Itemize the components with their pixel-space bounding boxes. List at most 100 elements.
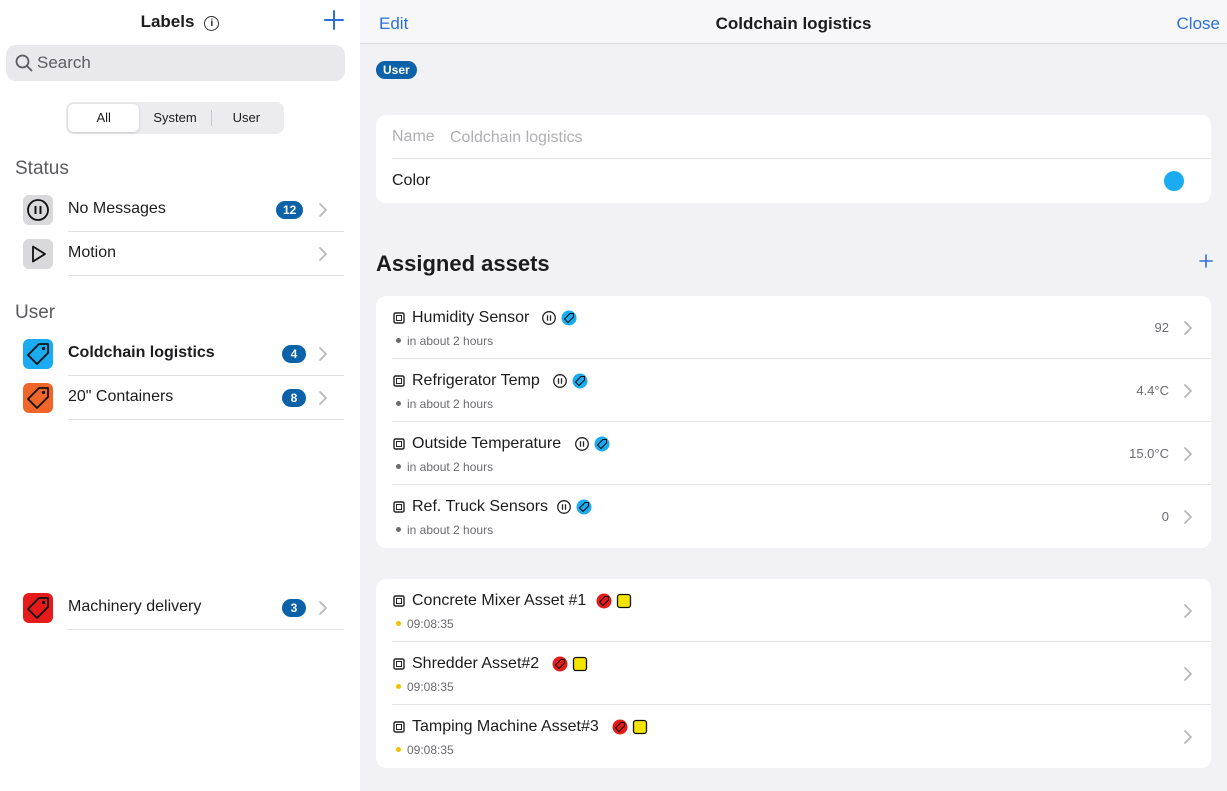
sidebar-item-motion[interactable]: Motion — [0, 232, 360, 276]
asset-value: 4.4°C — [1136, 383, 1169, 398]
asset-value: 92 — [1154, 320, 1169, 335]
detail-pane: Edit Coldchain logistics Close User Name… — [360, 0, 1227, 791]
tag-icon — [572, 373, 588, 389]
container-icon — [632, 719, 648, 735]
count-badge: 4 — [282, 345, 306, 363]
asset-name: Humidity Sensor — [412, 309, 530, 326]
asset-status-text: in about 2 hours — [407, 334, 494, 348]
nav-bar: Edit Coldchain logistics Close — [360, 0, 1227, 44]
tag-icon — [561, 310, 577, 326]
chip-icon — [393, 312, 405, 324]
segment-user[interactable]: User — [210, 104, 282, 132]
color-swatch[interactable] — [1164, 171, 1184, 191]
search-input[interactable] — [37, 51, 327, 75]
search-bar[interactable] — [6, 45, 345, 81]
asset-label-icons — [552, 656, 588, 672]
name-field[interactable] — [450, 127, 850, 149]
asset-status: in about 2 hours — [396, 397, 493, 411]
asset-name: Outside Temperature — [412, 435, 562, 452]
chevron-right-icon — [319, 203, 327, 217]
chevron-right-icon — [1184, 730, 1192, 744]
asset-list-coldchain: Humidity Sensor in about 2 hours 92 Refr… — [376, 296, 1211, 548]
container-icon — [572, 656, 588, 672]
chevron-right-icon — [319, 247, 327, 261]
color-row[interactable]: Color — [376, 159, 1211, 203]
chevron-right-icon — [1184, 447, 1192, 461]
list-item[interactable]: Shredder Asset#2 09:08:35 — [376, 642, 1211, 705]
sidebar-title-wrap: Labels i — [0, 12, 360, 32]
asset-value: 15.0°C — [1129, 446, 1169, 461]
chevron-right-icon — [1184, 604, 1192, 618]
asset-status: 09:08:35 — [396, 743, 454, 757]
filter-segmented-control: All System User — [66, 102, 284, 134]
asset-status: 09:08:35 — [396, 680, 454, 694]
chip-icon — [393, 721, 405, 733]
page-title: Coldchain logistics — [715, 14, 872, 33]
play-icon — [23, 239, 53, 269]
tag-icon — [552, 656, 568, 672]
asset-label-icons — [541, 310, 577, 326]
asset-name: Refrigerator Temp — [412, 372, 540, 389]
segment-all[interactable]: All — [68, 104, 140, 132]
color-label: Color — [392, 172, 431, 189]
asset-value: 0 — [1161, 509, 1169, 524]
tag-icon — [594, 436, 610, 452]
asset-status-text: 09:08:35 — [407, 680, 454, 694]
sidebar-item-label: Coldchain logistics — [68, 344, 215, 361]
sidebar-header: Labels i — [0, 0, 360, 44]
list-item[interactable]: Concrete Mixer Asset #1 09:08:35 — [376, 579, 1211, 642]
chevron-right-icon — [1184, 667, 1192, 681]
pause-circle-icon — [553, 374, 567, 388]
pause-circle-icon — [542, 311, 556, 325]
asset-status-text: in about 2 hours — [407, 523, 494, 537]
list-item[interactable]: Outside Temperature in about 2 hours 15.… — [376, 422, 1211, 485]
asset-status: in about 2 hours — [396, 334, 493, 348]
divider — [68, 275, 344, 276]
chevron-right-icon — [319, 601, 327, 615]
label-form: Name Color — [376, 115, 1211, 203]
assigned-assets-header: Assigned assets — [376, 251, 550, 276]
close-button[interactable]: Close — [1177, 14, 1220, 34]
chevron-right-icon — [319, 391, 327, 405]
asset-status: in about 2 hours — [396, 523, 493, 537]
pause-circle-icon — [557, 500, 571, 514]
add-label-icon[interactable] — [322, 8, 346, 32]
asset-label-icons — [596, 593, 632, 609]
user-section-header: User — [15, 302, 56, 323]
sidebar-title: Labels — [140, 12, 195, 31]
add-asset-icon[interactable] — [1199, 254, 1213, 268]
sidebar: Labelsi All System User Status No Messag… — [0, 0, 360, 791]
asset-label-icons — [612, 719, 648, 735]
sidebar-item-coldchain-logistics[interactable]: Coldchain logistics 4 — [0, 332, 360, 376]
sidebar-item-20-containers[interactable]: 20" Containers 8 — [0, 376, 360, 420]
chevron-right-icon — [1184, 384, 1192, 398]
chevron-right-icon — [319, 347, 327, 361]
label-type-badge: User — [376, 61, 417, 79]
count-badge: 3 — [282, 599, 306, 617]
info-icon[interactable]: i — [204, 16, 220, 31]
list-item[interactable]: Refrigerator Temp in about 2 hours 4.4°C — [376, 359, 1211, 422]
asset-label-icons — [574, 436, 610, 452]
list-item[interactable]: Humidity Sensor in about 2 hours 92 — [376, 296, 1211, 359]
tag-icon — [23, 593, 53, 623]
name-row: Name — [376, 115, 1211, 159]
sidebar-item-label: Machinery delivery — [68, 598, 202, 615]
asset-status-text: in about 2 hours — [407, 397, 494, 411]
chevron-right-icon — [1184, 321, 1192, 335]
count-badge: 8 — [282, 389, 306, 407]
chip-icon — [393, 595, 405, 607]
segment-system[interactable]: System — [139, 104, 210, 132]
sidebar-item-no-messages[interactable]: No Messages 12 — [0, 188, 360, 232]
divider — [68, 629, 344, 630]
asset-status: 09:08:35 — [396, 617, 454, 631]
tag-icon — [23, 383, 53, 413]
asset-label-icons — [556, 499, 592, 515]
status-section-header: Status — [15, 158, 69, 179]
list-item[interactable]: Tamping Machine Asset#3 09:08:35 — [376, 705, 1211, 768]
asset-status: in about 2 hours — [396, 460, 493, 474]
tag-icon — [612, 719, 628, 735]
sidebar-item-label: 20" Containers — [68, 388, 174, 405]
tag-icon — [596, 593, 612, 609]
list-item[interactable]: Ref. Truck Sensors in about 2 hours 0 — [376, 485, 1211, 548]
sidebar-item-machinery-delivery[interactable]: Machinery delivery 3 — [0, 586, 360, 630]
